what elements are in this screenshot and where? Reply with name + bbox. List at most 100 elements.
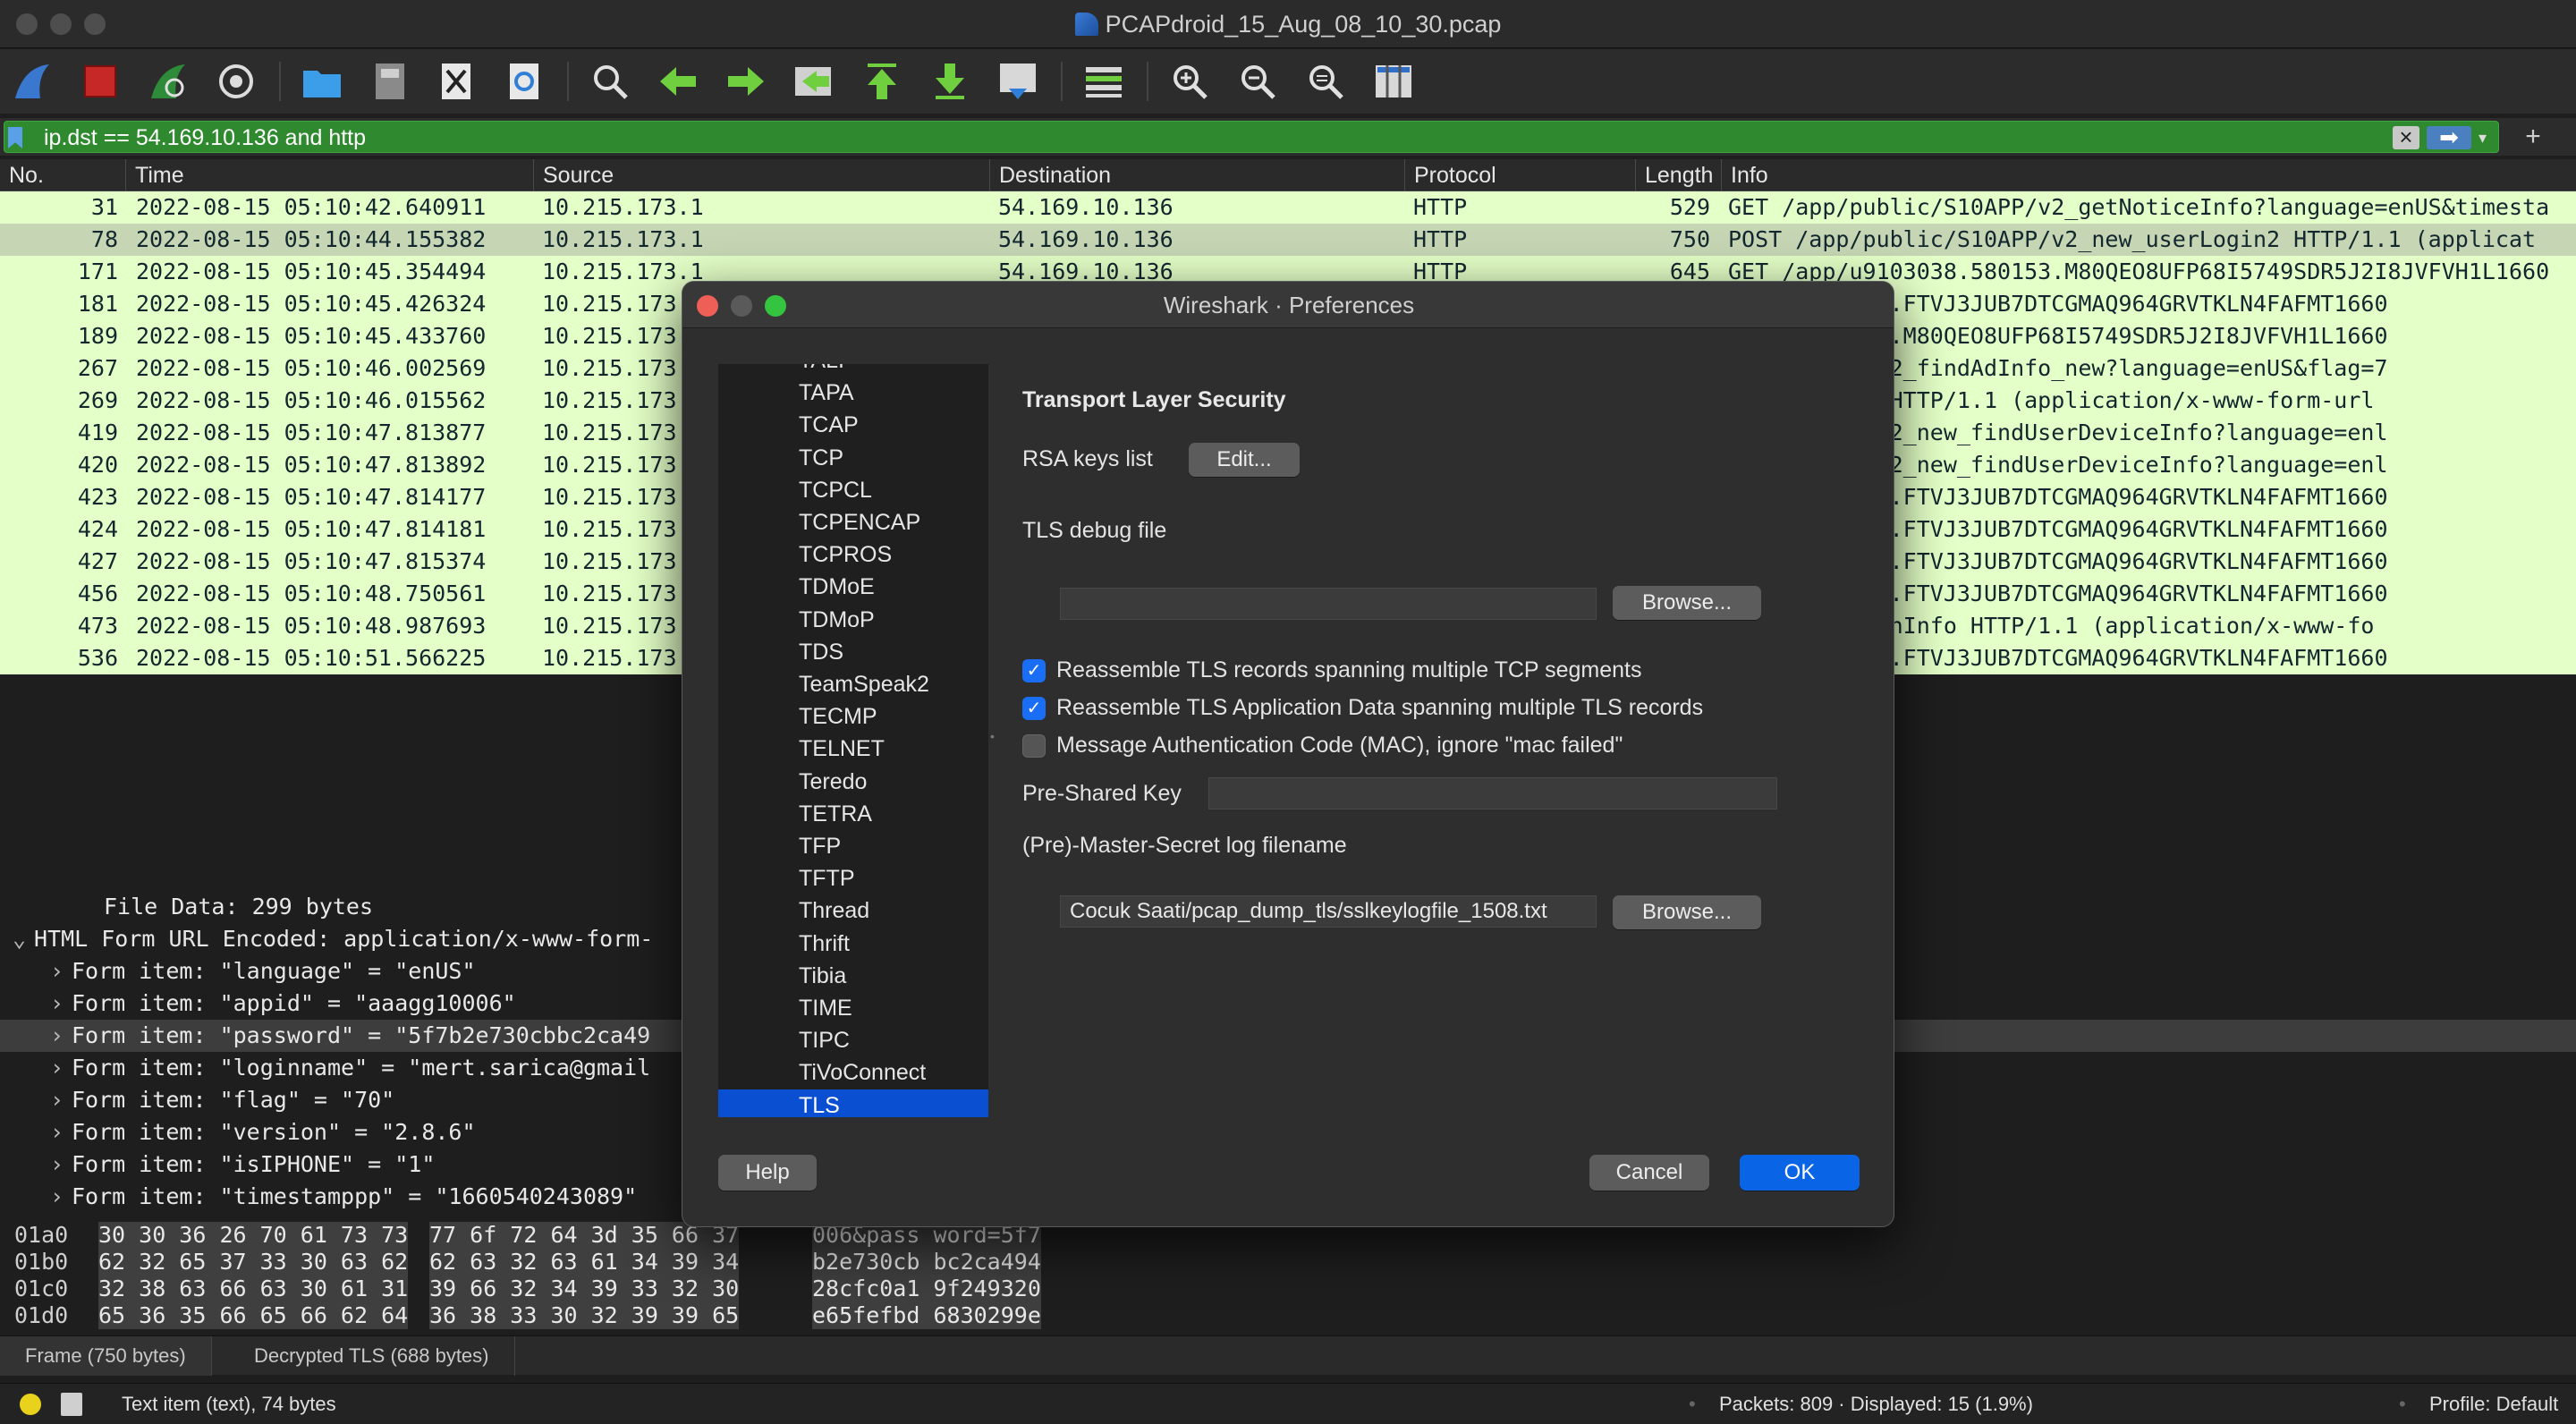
protocol-item-tcp[interactable]: TCP	[718, 442, 988, 474]
colorize-icon[interactable]	[1080, 58, 1127, 105]
expand-arrow-icon[interactable]: ›	[50, 1181, 72, 1209]
column-header-protocol[interactable]: Protocol	[1404, 159, 1635, 191]
column-header-source[interactable]: Source	[533, 159, 989, 191]
protocol-item-tftp[interactable]: TFTP	[718, 862, 988, 894]
tls-debug-browse-button[interactable]: Browse...	[1613, 586, 1761, 620]
first-packet-icon[interactable]	[859, 58, 905, 105]
protocol-item-tdmop[interactable]: TDMoP	[718, 604, 988, 636]
expand-arrow-icon[interactable]: ›	[50, 1020, 72, 1052]
expand-arrow-icon[interactable]: ›	[50, 987, 72, 1020]
status-profile[interactable]: Profile: Default	[2429, 1384, 2558, 1424]
go-to-packet-icon[interactable]	[791, 58, 837, 105]
column-header-destination[interactable]: Destination	[989, 159, 1404, 191]
expand-arrow-icon[interactable]: ⌄	[13, 923, 34, 955]
hex-bytes[interactable]: 30 30 36 26 70 61 73 73	[98, 1222, 409, 1249]
master-secret-browse-button[interactable]: Browse...	[1613, 895, 1761, 929]
protocol-item-tali[interactable]: TALI	[718, 364, 988, 377]
column-header-time[interactable]: Time	[125, 159, 533, 191]
expand-arrow-icon[interactable]: ›	[50, 1149, 72, 1181]
protocol-item-tcap[interactable]: TCAP	[718, 409, 988, 441]
expand-arrow-icon[interactable]: ›	[50, 955, 72, 987]
go-back-icon[interactable]	[655, 58, 701, 105]
capture-comment-icon[interactable]	[61, 1393, 82, 1416]
protocol-item-tdmoe[interactable]: TDMoE	[718, 571, 988, 603]
column-header-info[interactable]: Info	[1721, 159, 1768, 191]
protocol-item-tipc[interactable]: TIPC	[718, 1024, 988, 1056]
protocol-item-teamspeak2[interactable]: TeamSpeak2	[718, 668, 988, 700]
go-forward-icon[interactable]	[723, 58, 769, 105]
ascii-bytes[interactable]: e65fefbd 6830299e	[812, 1302, 1041, 1329]
protocol-item-telnet[interactable]: TELNET	[718, 733, 988, 765]
tls-debug-file-input[interactable]	[1060, 588, 1597, 620]
reassemble-appdata-checkbox[interactable]: ✓	[1022, 697, 1046, 720]
restart-capture-icon[interactable]	[145, 58, 191, 105]
hex-bytes[interactable]: 36 38 33 30 32 39 39 65	[429, 1302, 740, 1329]
hex-bytes[interactable]: 39 66 32 34 39 33 32 30	[429, 1276, 740, 1302]
cancel-button[interactable]: Cancel	[1589, 1155, 1709, 1191]
column-header-length[interactable]: Length	[1635, 159, 1721, 191]
protocol-item-tfp[interactable]: TFP	[718, 830, 988, 862]
tab-decrypted-tls[interactable]: Decrypted TLS (688 bytes)	[229, 1336, 515, 1376]
protocol-item-tls[interactable]: TLS	[718, 1089, 988, 1117]
ignore-mac-failed-checkbox[interactable]	[1022, 734, 1046, 758]
reassemble-tcp-label[interactable]: Reassemble TLS records spanning multiple…	[1056, 657, 1642, 683]
expert-info-icon[interactable]	[20, 1394, 41, 1415]
table-row[interactable]: 78 2022-08-15 05:10:44.155382 10.215.173.1…	[0, 224, 2576, 256]
resize-columns-icon[interactable]	[1370, 58, 1417, 105]
filter-history-dropdown-icon[interactable]: ▾	[2479, 126, 2496, 149]
protocol-item-tecmp[interactable]: TECMP	[718, 700, 988, 733]
display-filter-input[interactable]: ip.dst == 54.169.10.136 and http × ➡ ▾	[4, 121, 2499, 153]
reload-file-icon[interactable]	[501, 58, 547, 105]
filter-bookmark-icon[interactable]	[8, 127, 22, 148]
hex-bytes[interactable]: 62 63 32 63 61 34 39 34	[429, 1249, 740, 1276]
help-button[interactable]: Help	[718, 1155, 817, 1191]
protocol-item-tcpros[interactable]: TCPROS	[718, 538, 988, 571]
expand-arrow-icon[interactable]: ›	[50, 1084, 72, 1116]
add-filter-button-icon[interactable]: +	[2515, 118, 2551, 156]
ascii-bytes[interactable]: b2e730cb bc2ca494	[812, 1249, 1041, 1276]
ok-button[interactable]: OK	[1740, 1155, 1860, 1191]
protocol-item-tcpencap[interactable]: TCPENCAP	[718, 506, 988, 538]
save-file-icon[interactable]	[367, 58, 413, 105]
ignore-mac-failed-label[interactable]: Message Authentication Code (MAC), ignor…	[1056, 733, 1623, 759]
pre-shared-key-input[interactable]	[1208, 777, 1777, 809]
hex-bytes[interactable]: 62 32 65 37 33 30 63 62	[98, 1249, 409, 1276]
expand-arrow-icon[interactable]: ›	[50, 1116, 72, 1149]
protocol-item-tivoconnect[interactable]: TiVoConnect	[718, 1056, 988, 1089]
protocol-item-thread[interactable]: Thread	[718, 894, 988, 927]
table-row[interactable]: 31 2022-08-15 05:10:42.640911 10.215.173.1…	[0, 191, 2576, 224]
tab-frame[interactable]: Frame (750 bytes)	[0, 1336, 212, 1376]
close-file-icon[interactable]	[433, 58, 479, 105]
protocol-item-tetra[interactable]: TETRA	[718, 798, 988, 830]
capture-options-icon[interactable]	[213, 58, 259, 105]
clear-filter-icon[interactable]: ×	[2393, 125, 2419, 149]
protocol-item-tibia[interactable]: Tibia	[718, 960, 988, 992]
reassemble-tcp-checkbox[interactable]: ✓	[1022, 659, 1046, 682]
master-secret-log-input[interactable]: Cocuk Saati/pcap_dump_tls/sslkeylogfile_…	[1060, 895, 1597, 928]
protocol-item-tcpcl[interactable]: TCPCL	[718, 474, 988, 506]
expand-arrow-icon[interactable]: ›	[50, 1052, 72, 1084]
normal-size-icon[interactable]	[1302, 58, 1349, 105]
zoom-in-icon[interactable]	[1166, 58, 1213, 105]
protocol-item-time[interactable]: TIME	[718, 992, 988, 1024]
protocol-item-thrift[interactable]: Thrift	[718, 928, 988, 960]
protocol-item-teredo[interactable]: Teredo	[718, 766, 988, 798]
start-capture-icon[interactable]	[9, 58, 55, 105]
pane-splitter-handle[interactable]: •	[990, 729, 999, 743]
auto-scroll-icon[interactable]	[995, 58, 1041, 105]
stop-capture-icon[interactable]	[77, 58, 123, 105]
hex-bytes[interactable]: 65 36 35 66 65 66 62 64	[98, 1302, 409, 1329]
apply-filter-icon[interactable]: ➡	[2427, 125, 2471, 149]
open-file-icon[interactable]	[299, 58, 345, 105]
protocol-item-tds[interactable]: TDS	[718, 636, 988, 668]
zoom-out-icon[interactable]	[1234, 58, 1281, 105]
protocol-item-tapa[interactable]: TAPA	[718, 377, 988, 409]
display-filter-text[interactable]: ip.dst == 54.169.10.136 and http	[44, 122, 366, 154]
last-packet-icon[interactable]	[927, 58, 973, 105]
column-header-no[interactable]: No.	[0, 159, 44, 191]
hex-bytes[interactable]: 32 38 63 66 63 30 61 31	[98, 1276, 409, 1302]
reassemble-appdata-label[interactable]: Reassemble TLS Application Data spanning…	[1056, 695, 1703, 721]
ascii-bytes[interactable]: 28cfc0a1 9f249320	[812, 1276, 1041, 1302]
rsa-keys-edit-button[interactable]: Edit...	[1189, 443, 1300, 477]
find-packet-icon[interactable]	[587, 58, 633, 105]
